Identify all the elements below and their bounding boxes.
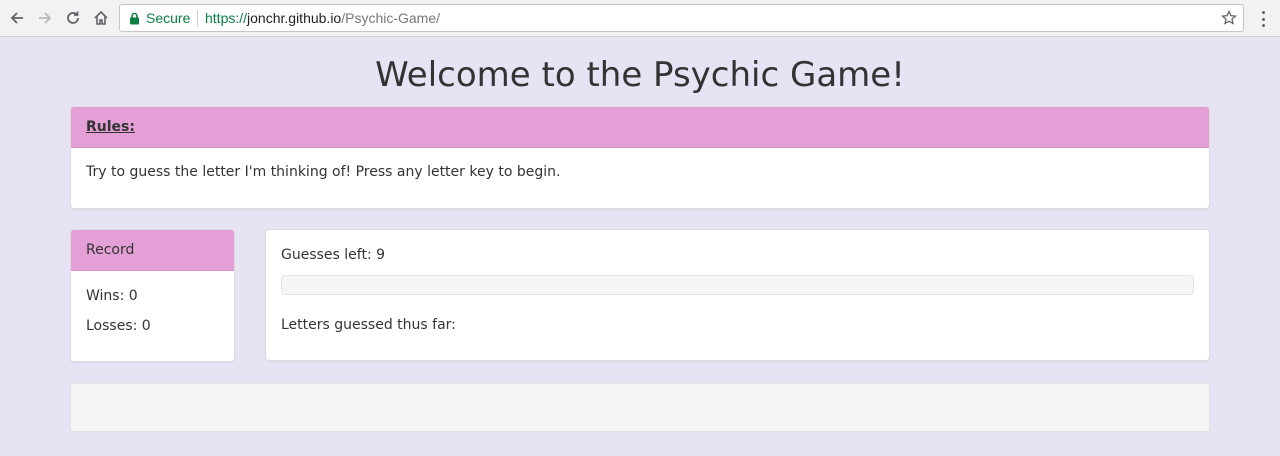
menu-dots-icon[interactable] — [1256, 9, 1270, 29]
home-button[interactable] — [90, 7, 112, 29]
letters-guessed: Letters guessed thus far: — [281, 317, 456, 333]
rules-body: Try to guess the letter I'm thinking of!… — [71, 148, 1209, 195]
wins-count: Wins: 0 — [86, 288, 138, 304]
star-icon[interactable] — [1221, 10, 1237, 26]
guesses-progress-bar — [281, 275, 1194, 295]
url-host: jonchr.github.io — [247, 10, 342, 26]
forward-arrow-icon — [39, 12, 52, 24]
rules-text: Try to guess the letter I'm thinking of!… — [86, 164, 561, 180]
record-title: Record — [86, 242, 135, 258]
rules-title: Rules: — [86, 119, 135, 135]
forward-button[interactable] — [34, 7, 56, 29]
losses-count: Losses: 0 — [86, 318, 151, 334]
rules-heading: Rules: — [71, 107, 1209, 148]
page-title: Welcome to the Psychic Game! — [375, 55, 905, 95]
guesses-left: Guesses left: 9 — [281, 247, 386, 263]
reload-button[interactable] — [62, 7, 84, 29]
url-text[interactable]: https://jonchr.github.io/Psychic-Game/ — [205, 10, 440, 26]
record-heading: Record — [71, 230, 234, 271]
address-bar[interactable]: Secure https://jonchr.github.io/Psychic-… — [119, 4, 1244, 32]
footer-well — [70, 383, 1210, 432]
game-panel: Guesses left: 9 Letters guessed thus far… — [265, 229, 1210, 361]
url-scheme: https:// — [205, 10, 248, 26]
lock-icon — [130, 12, 139, 25]
back-button[interactable] — [6, 7, 28, 29]
rules-panel: Rules: Try to guess the letter I'm think… — [70, 106, 1210, 209]
home-icon — [94, 10, 108, 25]
address-separator — [197, 10, 198, 27]
back-arrow-icon — [10, 12, 23, 24]
url-path: /Psychic-Game/ — [341, 10, 441, 26]
record-panel: Record Wins: 0 Losses: 0 — [70, 229, 235, 362]
browser-toolbar: Secure https://jonchr.github.io/Psychic-… — [0, 0, 1280, 37]
record-body: Wins: 0 Losses: 0 — [71, 271, 234, 361]
secure-label: Secure — [146, 10, 191, 26]
reload-icon — [67, 11, 79, 24]
